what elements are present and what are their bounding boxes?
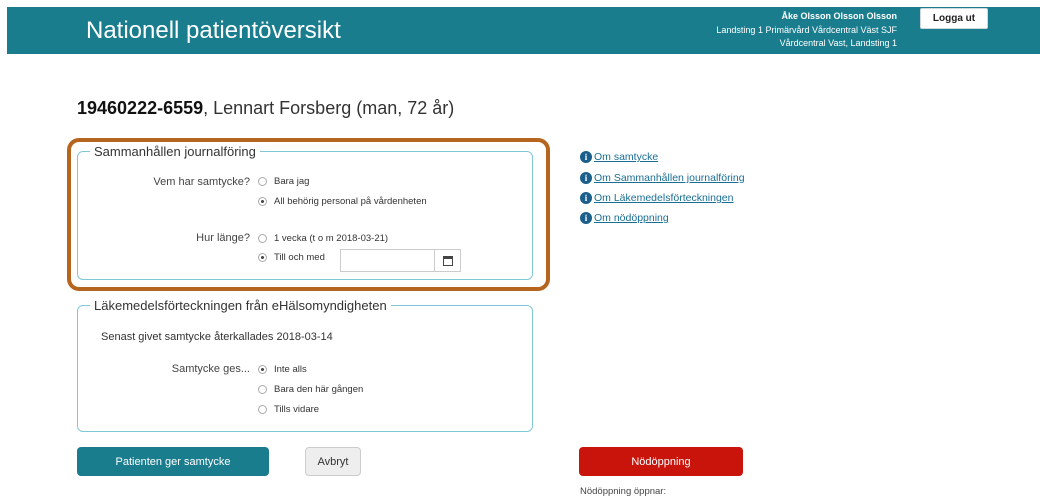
radio-button[interactable] [258,405,267,414]
user-org-secondary: Vårdcentral Vast, Landsting 1 [779,38,897,48]
radio-all-staff[interactable]: All behörig personal på vårdenheten [258,196,427,207]
info-icon: i [580,212,592,224]
user-name: Åke Olsson Olsson Olsson [781,11,897,21]
info-link-label[interactable]: Om Sammanhållen journalföring [594,172,745,184]
radio-button-selected[interactable] [258,365,267,374]
radio-label: Inte alls [274,364,307,375]
who-consent-label: Vem har samtycke? [153,176,250,188]
app-header: Nationell patientöversikt Åke Olsson Ols… [7,7,1040,54]
radio-button[interactable] [258,177,267,186]
radio-until-date[interactable]: Till och med [258,252,325,263]
user-info: Åke Olsson Olsson Olsson Landsting 1 Pri… [627,10,897,51]
duration-label: Hur länge? [196,232,250,244]
radio-until-further-notice[interactable]: Tills vidare [258,404,319,415]
radio-label: Bara den här gången [274,384,364,395]
medication-legend: Läkemedelsförteckningen från eHälsomyndi… [94,298,387,313]
logout-button[interactable]: Logga ut [920,8,988,29]
date-input[interactable] [341,250,434,271]
info-icon: i [580,192,592,204]
info-link-label[interactable]: Om samtycke [594,151,658,163]
info-link-label[interactable]: Om nödöppning [594,212,669,224]
info-link-emergency[interactable]: i Om nödöppning [580,212,669,224]
radio-button-selected[interactable] [258,197,267,206]
emergency-note: Nödöppning öppnar: [580,486,667,497]
date-picker [340,249,461,272]
radio-label: Bara jag [274,176,310,187]
consent-legend: Sammanhållen journalföring [94,144,256,159]
calendar-icon [442,255,453,266]
radio-label: Tills vidare [274,404,320,415]
info-link-medication-list[interactable]: i Om Läkemedelsförteckningen [580,192,734,204]
medication-status-text: Senast givet samtycke återkallades 2018-… [101,331,333,343]
radio-button[interactable] [258,385,267,394]
radio-label: Till och med [274,252,325,263]
radio-label: 1 vecka (t o m 2018-03-21) [274,233,389,244]
calendar-button[interactable] [434,250,460,271]
radio-one-week[interactable]: 1 vecka (t o m 2018-03-21) [258,233,388,244]
info-link-consent[interactable]: i Om samtycke [580,151,658,163]
consent-given-label: Samtycke ges... [171,363,250,375]
radio-not-at-all[interactable]: Inte alls [258,364,307,375]
cancel-button[interactable]: Avbryt [305,447,361,476]
info-link-label[interactable]: Om Läkemedelsförteckningen [594,192,734,204]
radio-label: All behörig personal på vårdenheten [274,196,427,207]
emergency-access-button[interactable]: Nödöppning [579,447,743,476]
info-icon: i [580,172,592,184]
app-title: Nationell patientöversikt [86,17,341,44]
radio-button[interactable] [258,234,267,243]
patient-details: , Lennart Forsberg (man, 72 år) [203,98,455,118]
patient-consents-button[interactable]: Patienten ger samtycke [77,447,269,476]
radio-this-time-only[interactable]: Bara den här gången [258,384,363,395]
info-icon: i [580,151,592,163]
info-link-joint-records[interactable]: i Om Sammanhållen journalföring [580,172,745,184]
patient-personnummer: 19460222-6559 [77,98,204,118]
user-org-primary: Landsting 1 Primärvård Vårdcentral Väst … [716,24,897,35]
patient-heading: 19460222-6559, Lennart Forsberg (man, 72… [77,98,454,119]
radio-button-selected[interactable] [258,253,267,262]
radio-only-me[interactable]: Bara jag [258,176,309,187]
